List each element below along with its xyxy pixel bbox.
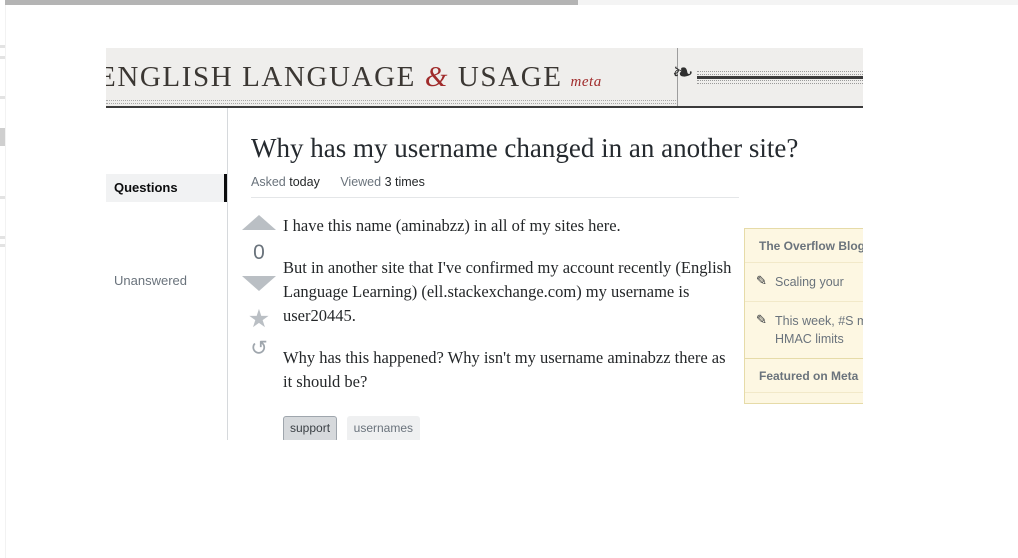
- header-dotted-underline: [106, 100, 677, 104]
- left-sidebar-nav: Questions Tags Users Unanswered: [106, 108, 228, 440]
- question-header: Why has my username changed in an anothe…: [251, 132, 799, 189]
- sidebar-blog-item[interactable]: ✎ This week, #S molecule ring HMAC limit…: [745, 301, 863, 358]
- edge-tick: [0, 236, 5, 239]
- site-logo-after: USAGE: [457, 61, 563, 93]
- tag-usernames[interactable]: usernames: [346, 416, 421, 440]
- header-rule-dotted-bottom: [697, 80, 863, 84]
- site-logo-meta-label: meta: [570, 74, 602, 90]
- header-divider: [251, 197, 739, 198]
- edge-tick: [0, 196, 5, 199]
- site-header: ENGLISH LANGUAGE & USAGE meta ❧: [106, 48, 863, 108]
- question-paragraph: But in another site that I've confirmed …: [283, 258, 732, 325]
- sidebar-blog-item-text: This week, #S molecule ring HMAC limits: [775, 314, 863, 346]
- question-body: I have this name (aminabzz) in all of my…: [283, 214, 733, 412]
- edge-tick: [0, 244, 5, 247]
- vote-cell: 0 ★ ↺: [239, 215, 279, 360]
- question-stat-viewed: Viewed 3 times: [340, 175, 425, 189]
- sidebar-item-questions[interactable]: Questions: [106, 174, 227, 202]
- sidebar-item-unanswered-label: Unanswered: [114, 273, 187, 288]
- question-stat-asked-label: Asked: [251, 175, 286, 189]
- right-sidebar: The Overflow Blog ✎ Scaling your ✎ This …: [744, 228, 863, 404]
- browser-top-chrome-bar-light: [578, 0, 1018, 5]
- downvote-arrow-icon[interactable]: [242, 276, 276, 291]
- pencil-icon: ✎: [756, 312, 767, 327]
- sidebar-blog-item-text: Scaling your: [775, 275, 844, 289]
- fleuron-ornament-icon: ❧: [672, 58, 694, 88]
- sidebar-blog-item[interactable]: ✎ Scaling your: [745, 262, 863, 301]
- header-rule-group: [697, 71, 863, 84]
- star-icon[interactable]: ★: [239, 307, 279, 332]
- edge-tick: [0, 96, 5, 99]
- upvote-arrow-icon[interactable]: [242, 215, 276, 230]
- question-stat-viewed-label: Viewed: [340, 175, 382, 189]
- question-stats: Asked today Viewed 3 times: [251, 175, 741, 189]
- browser-left-edge-strip: [0, 0, 6, 558]
- question-stat-viewed-value: 3 times: [384, 175, 425, 189]
- header-rule-dotted-top: [697, 71, 863, 75]
- sidebar-item-unanswered[interactable]: Unanswered: [106, 267, 227, 295]
- sidebar-block-overflow-blog: The Overflow Blog ✎ Scaling your ✎ This …: [744, 228, 863, 358]
- question-stat-asked-value: today: [289, 175, 320, 189]
- edge-scroll-thumb[interactable]: [0, 128, 5, 146]
- pencil-icon: ✎: [756, 273, 767, 288]
- sidebar-item-questions-label: Questions: [114, 180, 178, 195]
- header-ornament: ❧: [672, 60, 863, 92]
- sidebar-block-featured-on-meta: Featured on Meta: [744, 358, 863, 404]
- history-icon[interactable]: ↺: [239, 338, 279, 360]
- edge-tick: [0, 56, 5, 59]
- tag-support[interactable]: support: [283, 416, 338, 440]
- sidebar-block-heading: The Overflow Blog: [745, 229, 863, 262]
- site-logo-before: ENGLISH LANGUAGE: [106, 61, 416, 93]
- question-main-column: Why has my username changed in an anothe…: [229, 108, 799, 440]
- question-stat-asked: Asked today: [251, 175, 320, 189]
- question-paragraph: Why has this happened? Why isn't my user…: [283, 348, 726, 391]
- sidebar-block-heading: Featured on Meta: [745, 359, 863, 392]
- question-tags: support usernames: [283, 416, 426, 440]
- sidebar-featured-item[interactable]: [745, 392, 863, 403]
- header-rule-solid: [697, 76, 863, 79]
- edge-tick: [0, 45, 5, 48]
- browser-top-chrome-bar: [5, 0, 578, 5]
- site-logo-text: ENGLISH LANGUAGE & USAGE meta: [106, 61, 602, 94]
- site-logo-ampersand: &: [424, 61, 450, 93]
- site-logo[interactable]: ENGLISH LANGUAGE & USAGE meta: [106, 48, 678, 106]
- content-row: Questions Tags Users Unanswered Why has …: [106, 108, 863, 440]
- question-paragraph: I have this name (aminabzz) in all of my…: [283, 216, 621, 235]
- vote-count: 0: [253, 241, 265, 264]
- page-viewport: ENGLISH LANGUAGE & USAGE meta ❧ Questions…: [106, 48, 863, 440]
- page-title: Why has my username changed in an anothe…: [251, 133, 799, 163]
